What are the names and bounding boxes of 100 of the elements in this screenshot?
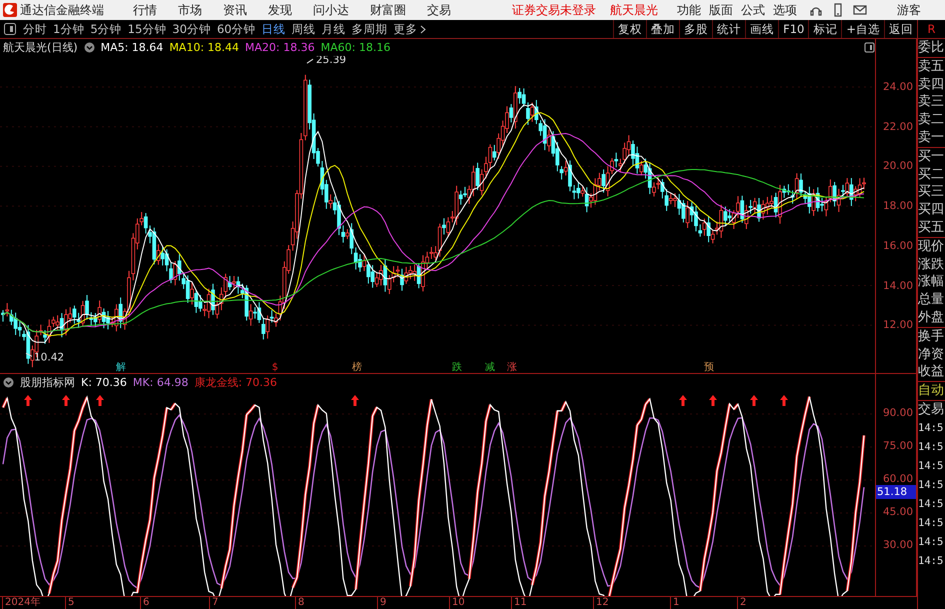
period-tab[interactable]: 15分钟 [124, 22, 170, 36]
trade-time: 14:5 [918, 534, 944, 550]
chevron-circle-icon[interactable] [3, 377, 14, 388]
auto-label[interactable]: 自动 [918, 382, 945, 402]
time-axis-label: 11 [511, 597, 527, 609]
quote-field-label: 总量 [918, 291, 945, 309]
quote-field-label: 涨跌 [918, 256, 945, 274]
low-price-label: 10.42 [34, 351, 64, 364]
quote-field-label: 卖二 [918, 111, 945, 129]
ma-value: MA60: 18.16 [320, 41, 390, 54]
time-axis-label: 7 [209, 597, 218, 609]
user-label[interactable]: 游客 [897, 2, 921, 18]
period-tab[interactable]: 日线 [258, 22, 289, 36]
event-marker: 榜 [352, 362, 362, 373]
leader-line [306, 58, 314, 64]
indicator-title: 股朋指标网 [20, 375, 75, 390]
time-axis-label: 2 [737, 597, 746, 609]
menu-item[interactable]: 交易 [418, 2, 460, 18]
period-tab[interactable]: 5分钟 [87, 22, 125, 36]
period-tab[interactable]: 周线 [288, 22, 319, 36]
event-marker: $ [272, 362, 278, 373]
current-value-badge: 51.18 [876, 485, 916, 499]
price-axis-label: 18.00 [882, 200, 913, 212]
period-tab[interactable]: 更多 [390, 22, 429, 36]
period-tab[interactable]: 分时 [20, 22, 50, 36]
trade-time: 14:5 [918, 516, 944, 531]
quote-field-label: 买五 [918, 218, 945, 237]
indicator-axis-label: 90.00 [882, 407, 913, 419]
indicator-axis-label: 60.00 [882, 473, 913, 485]
menu-item[interactable]: 公式 [737, 2, 769, 18]
trade-time: 14:5 [918, 478, 944, 493]
event-marker: 涨 [507, 362, 517, 373]
quote-field-label: 买一 [918, 148, 945, 166]
app-name: 通达信金融终端 [20, 2, 104, 18]
period-tab[interactable]: 60分钟 [214, 22, 259, 36]
panel-toggle-icon[interactable] [4, 23, 16, 35]
ma-value: MA10: 18.44 [169, 41, 240, 54]
time-axis-label: 8 [295, 597, 304, 609]
window-icon[interactable] [864, 42, 875, 53]
event-marker: 减 [485, 362, 495, 373]
indicator-value: MK: 64.98 [132, 376, 188, 389]
event-marker: 跌 [452, 362, 462, 373]
quote-field-label: 收益 [918, 363, 945, 382]
menu-item[interactable]: 问小达 [304, 2, 358, 18]
time-axis-label: 9 [377, 597, 386, 609]
menu-item[interactable]: 选项 [769, 2, 801, 18]
toolbar-button[interactable]: F10 [778, 20, 808, 38]
leader-line [26, 352, 32, 357]
up-arrow-icon [679, 395, 687, 406]
menu-item[interactable]: 资讯 [214, 2, 256, 18]
trade-label[interactable]: 交易 [918, 401, 945, 419]
price-axis-label: 16.00 [882, 240, 913, 252]
price-axis-label: 14.00 [882, 280, 913, 292]
period-tab[interactable]: 30分钟 [169, 22, 214, 36]
menu-item[interactable]: 版面 [705, 2, 737, 18]
event-marker: 预 [704, 362, 714, 373]
up-arrow-icon [24, 395, 32, 406]
ma-value: MA20: 18.36 [245, 41, 315, 54]
chevron-circle-icon[interactable] [84, 42, 95, 53]
up-arrow-icon [780, 395, 788, 406]
quote-field-label: 外盘 [918, 308, 945, 327]
trade-time: 14:5 [918, 458, 944, 474]
quote-field-label: 卖三 [918, 93, 945, 112]
time-axis-label: 10 [449, 597, 465, 609]
quote-field-label: 卖四 [918, 76, 945, 94]
price-axis-label: 20.00 [882, 160, 913, 172]
quote-field-label: 现价 [918, 238, 945, 256]
time-axis-label: 1 [670, 597, 680, 609]
period-tab[interactable]: 多周期 [348, 22, 391, 36]
indicator-axis-label: 30.00 [882, 539, 913, 551]
indicator-axis-label: 75.00 [882, 440, 913, 452]
quote-field-label: 净资 [918, 346, 945, 364]
menu-item[interactable]: 发现 [259, 2, 301, 18]
menu-item[interactable]: 功能 [673, 2, 705, 18]
quote-field-label: 卖五 [918, 58, 945, 76]
trade-time: 14:5 [918, 554, 944, 569]
quote-field-label: 涨幅 [918, 273, 945, 292]
indicator-value: K: 70.36 [81, 376, 127, 389]
trade-time: 14:5 [918, 496, 944, 512]
time-axis-label: 5 [65, 597, 74, 609]
toolbar-button[interactable]: 标记 [808, 20, 842, 38]
menu-item[interactable]: 市场 [169, 2, 211, 18]
event-marker: 解 [116, 362, 126, 373]
menu-item[interactable]: 财富圈 [361, 2, 415, 18]
time-axis-label: 6 [140, 597, 150, 609]
indicator-value: 康龙金线: 70.36 [194, 375, 278, 390]
login-notice[interactable]: 证券交易未登录 [512, 2, 596, 18]
ma-value: MA5: 18.64 [100, 41, 164, 54]
chevron-right-icon [420, 24, 426, 34]
stock-name: 航天晨光 [610, 2, 658, 18]
price-axis-label: 12.00 [882, 319, 913, 332]
price-axis-label: 24.00 [882, 81, 913, 93]
quote-field-label: 卖一 [918, 128, 945, 147]
period-tab[interactable]: 1分钟 [50, 22, 88, 36]
mail-icon[interactable] [853, 3, 867, 17]
corner-label[interactable]: R [917, 20, 945, 38]
menu-item[interactable]: 行情 [124, 2, 166, 18]
time-axis-label: 12 [593, 597, 609, 609]
quote-field-label: 换手 [918, 328, 945, 346]
period-tab[interactable]: 月线 [318, 22, 349, 36]
